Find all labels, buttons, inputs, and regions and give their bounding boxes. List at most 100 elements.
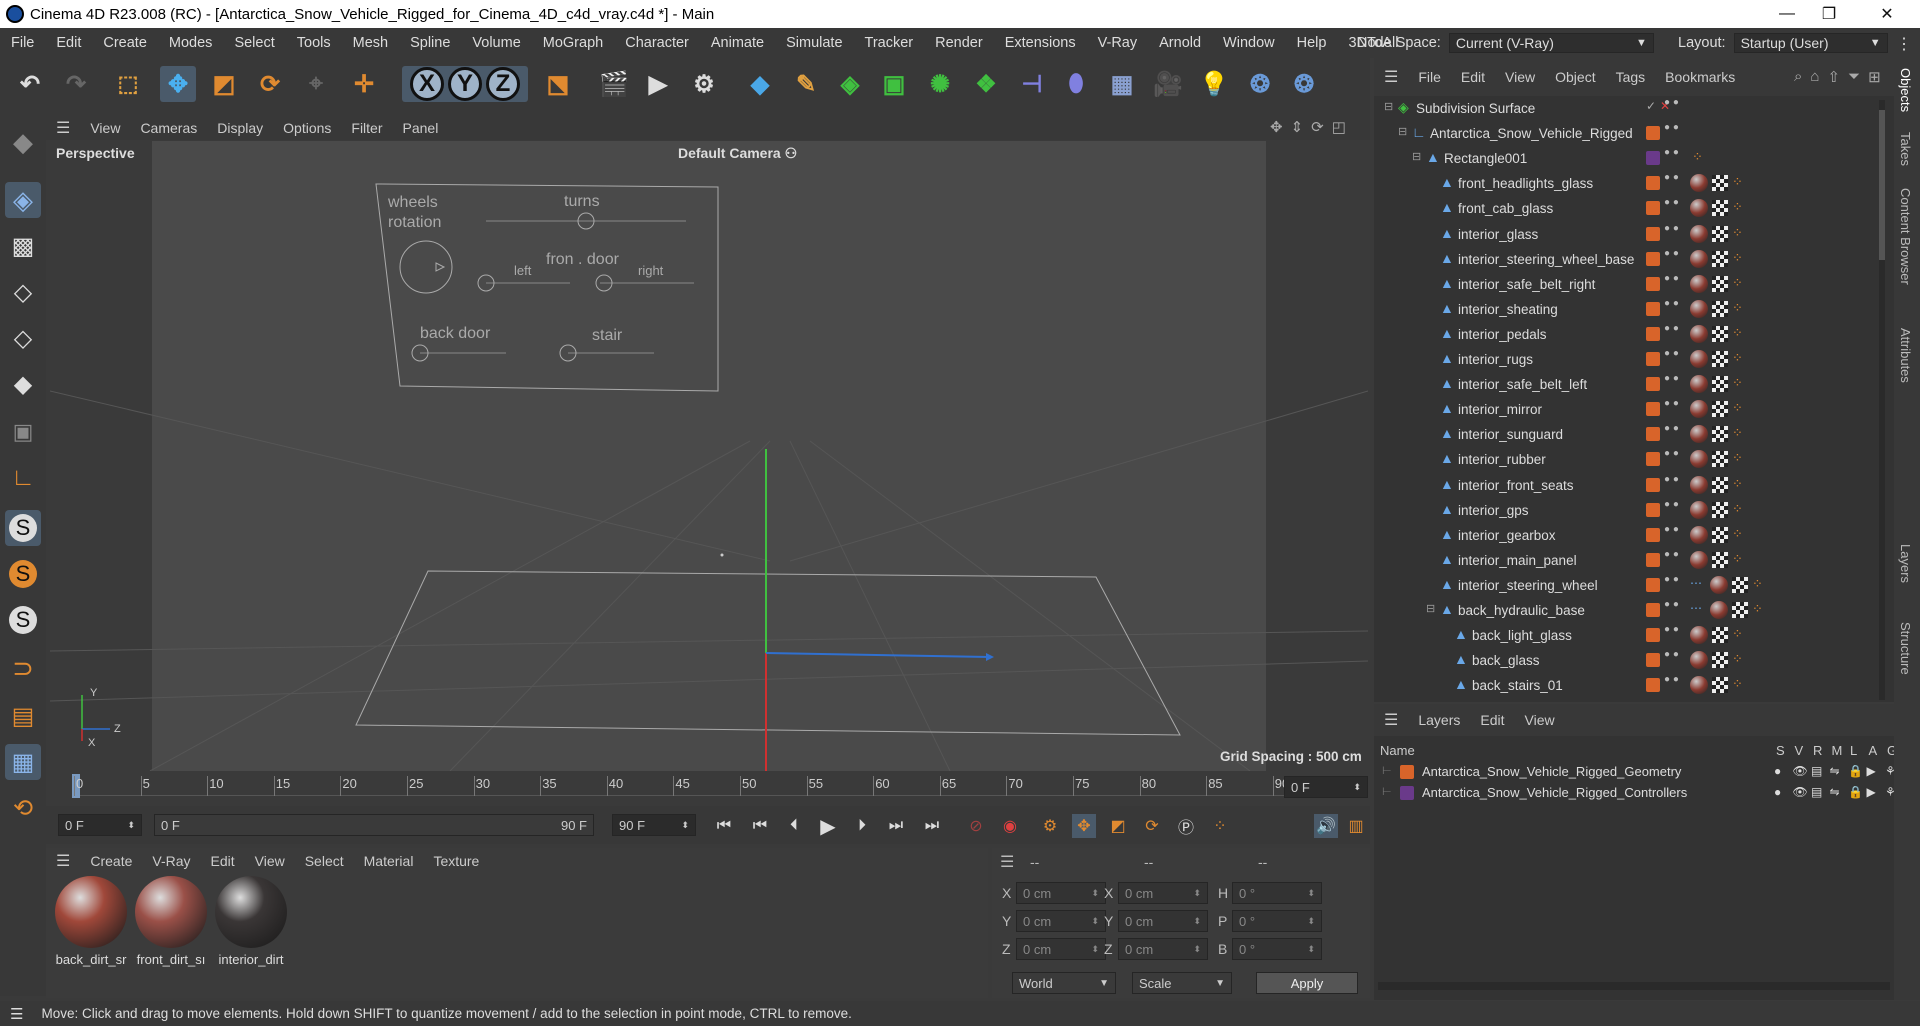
layer-color-swatch[interactable] — [1400, 765, 1414, 779]
start-frame-field[interactable]: 0 F ⬍ — [58, 814, 142, 836]
uvw-tag-icon[interactable]: ⁘ — [1752, 601, 1763, 617]
layer-color-tag[interactable] — [1646, 527, 1660, 542]
layer-toggle-icon[interactable]: ⇋ — [1830, 764, 1840, 778]
side-tab-structure[interactable]: Structure — [1898, 622, 1913, 675]
layer-toggle-icon[interactable]: 🔒 — [1848, 764, 1863, 778]
texture-tag-icon[interactable] — [1712, 627, 1728, 644]
next-key-icon[interactable]: ⏭ — [884, 814, 908, 838]
pan-view-icon[interactable]: ✥ — [1270, 118, 1283, 136]
constraint-tag-icon[interactable]: ⋯ — [1690, 601, 1702, 615]
menu-modes[interactable]: Modes — [158, 35, 224, 51]
scale-key-icon[interactable]: ◩ — [1106, 814, 1130, 838]
side-tab-layers[interactable]: Layers — [1898, 544, 1913, 583]
layer-column-v[interactable]: V — [1795, 743, 1804, 758]
pen-spline-icon[interactable]: ✎ — [788, 66, 824, 102]
side-tab-content-browser[interactable]: Content Browser — [1898, 188, 1913, 285]
menu-mograph[interactable]: MoGraph — [532, 35, 614, 51]
texture-tag-icon[interactable] — [1712, 300, 1728, 317]
visibility-dots-icon[interactable]: ● ● — [1664, 298, 1679, 308]
material-menu-view[interactable]: View — [245, 853, 295, 869]
mograph-cloner-icon[interactable]: ✺ — [922, 66, 958, 102]
visibility-dots-icon[interactable]: ● ● — [1664, 273, 1679, 283]
close-button[interactable]: ✕ — [1864, 0, 1910, 28]
visibility-dots-icon[interactable]: ● ● — [1664, 374, 1679, 384]
layer-column-s[interactable]: S — [1776, 743, 1785, 758]
texture-tag-icon[interactable] — [1712, 476, 1728, 493]
rotate-tool-icon[interactable]: ⟳ — [252, 66, 288, 102]
visibility-dots-icon[interactable]: ● ● — [1664, 323, 1679, 333]
tree-collapse-icon[interactable]: ⊟ — [1412, 150, 1421, 163]
viewport-menu-panel[interactable]: Panel — [393, 120, 449, 136]
play-icon[interactable]: ▶ — [816, 814, 840, 838]
texture-tag-icon[interactable] — [1712, 250, 1728, 267]
uvw-tag-icon[interactable]: ⁘ — [1732, 199, 1743, 215]
material-tag-icon[interactable] — [1690, 274, 1708, 293]
locked-workplane-icon[interactable]: ▦ — [5, 744, 41, 780]
layout-expand-icon[interactable]: ⋮ — [1896, 34, 1914, 53]
visibility-dots-icon[interactable]: ● ● — [1664, 98, 1679, 108]
object-row[interactable]: ▲ interior_safe_belt_right ● ● ⁘ — [1374, 272, 1884, 297]
visibility-dots-icon[interactable]: ● ● — [1664, 625, 1679, 635]
layer-color-tag[interactable] — [1646, 502, 1660, 517]
uvw-tag-icon[interactable]: ⁘ — [1732, 626, 1743, 642]
layer-color-tag[interactable] — [1646, 452, 1660, 467]
axis-mode-icon[interactable]: ∟ — [5, 460, 41, 496]
texture-tag-icon[interactable] — [1712, 351, 1728, 367]
layer-color-tag[interactable] — [1646, 201, 1660, 216]
object-row[interactable]: ⊟ ◈ Subdivision Surface ✓ ✕ ● ● — [1374, 96, 1884, 121]
texture-tag-icon[interactable] — [1712, 451, 1728, 468]
material-tag-icon[interactable] — [1690, 299, 1708, 318]
object-scrollbar[interactable] — [1879, 100, 1885, 700]
texture-tag-icon[interactable] — [1712, 677, 1728, 694]
layer-menu-layers[interactable]: Layers — [1408, 712, 1470, 728]
object-row[interactable]: ▲ back_stairs_01 ● ● ⁘ — [1374, 673, 1884, 698]
recent-tool-icon[interactable]: ⌖ — [298, 66, 334, 102]
texture-tag-icon[interactable] — [1712, 200, 1728, 217]
magnet-icon[interactable]: ⊃ — [5, 650, 41, 686]
material-tag-icon[interactable] — [1690, 350, 1708, 368]
tree-collapse-icon[interactable]: ⊟ — [1426, 602, 1435, 615]
viewport-menu-filter[interactable]: Filter — [341, 120, 392, 136]
material-menu-texture[interactable]: Texture — [423, 853, 489, 869]
material-tag-icon[interactable] — [1690, 174, 1708, 193]
light-object-icon[interactable]: 💡 — [1196, 66, 1232, 102]
uvw-tag-icon[interactable]: ⁘ — [1732, 225, 1743, 241]
uvw-tag-icon[interactable]: ⁘ — [1732, 501, 1743, 517]
visibility-dots-icon[interactable]: ● ● — [1664, 349, 1679, 359]
texture-tag-icon[interactable] — [1712, 225, 1728, 242]
layer-color-tag[interactable] — [1646, 151, 1660, 166]
visibility-dots-icon[interactable]: ● ● — [1664, 223, 1679, 233]
go-to-start-icon[interactable]: ⏮ — [712, 814, 736, 838]
uvw-tag-icon[interactable]: ⁘ — [1732, 375, 1743, 391]
ik-tag-icon[interactable]: ⁘ — [1692, 149, 1703, 165]
apply-button[interactable]: Apply — [1256, 972, 1358, 994]
layer-scrollbar[interactable] — [1378, 982, 1890, 990]
uvw-tag-icon[interactable]: ⁘ — [1732, 275, 1743, 291]
visibility-dots-icon[interactable]: ● ● — [1664, 574, 1679, 584]
object-row[interactable]: ▲ front_cab_glass ● ● ⁘ — [1374, 196, 1884, 221]
object-row[interactable]: ▲ interior_gearbox ● ● ⁘ — [1374, 523, 1884, 548]
current-frame-field[interactable]: 0 F ⬍ — [1284, 776, 1368, 798]
object-row[interactable]: ▲ interior_steering_wheel_base ● ● ⁘ — [1374, 247, 1884, 272]
move-tool-icon[interactable]: ✥ — [160, 66, 196, 102]
layer-color-tag[interactable] — [1646, 352, 1660, 366]
node-space-dropdown[interactable]: Current (V-Ray) ▼ — [1448, 33, 1654, 53]
deformer-icon[interactable]: ⊣ — [1014, 66, 1050, 102]
layer-color-tag[interactable] — [1646, 377, 1660, 392]
layer-column-a[interactable]: A — [1869, 743, 1878, 758]
uvw-tag-icon[interactable]: ⁘ — [1732, 476, 1743, 492]
redo-icon[interactable]: ↷ — [58, 66, 94, 102]
subdivision-surface-icon[interactable]: ◈ — [832, 66, 868, 102]
home-icon[interactable]: ⌂ — [1810, 68, 1819, 86]
layer-color-tag[interactable] — [1646, 552, 1660, 567]
object-row[interactable]: ▲ interior_rugs ● ● ⁘ — [1374, 347, 1884, 372]
layer-color-tag[interactable] — [1646, 326, 1660, 341]
layer-toggle-icon[interactable]: ▤ — [1811, 785, 1822, 799]
undo-icon[interactable]: ↶ — [12, 66, 48, 102]
camera-object-icon[interactable]: 🎥 — [1150, 66, 1186, 102]
layer-toggle-icon[interactable]: ▤ — [1811, 764, 1822, 778]
object-row[interactable]: ▲ interior_glass ● ● ⁘ — [1374, 222, 1884, 247]
go-to-end-icon[interactable]: ⏭ — [920, 814, 944, 838]
object-row[interactable]: ▲ interior_rubber ● ● ⁘ — [1374, 447, 1884, 472]
material-tag-icon[interactable] — [1690, 249, 1708, 268]
